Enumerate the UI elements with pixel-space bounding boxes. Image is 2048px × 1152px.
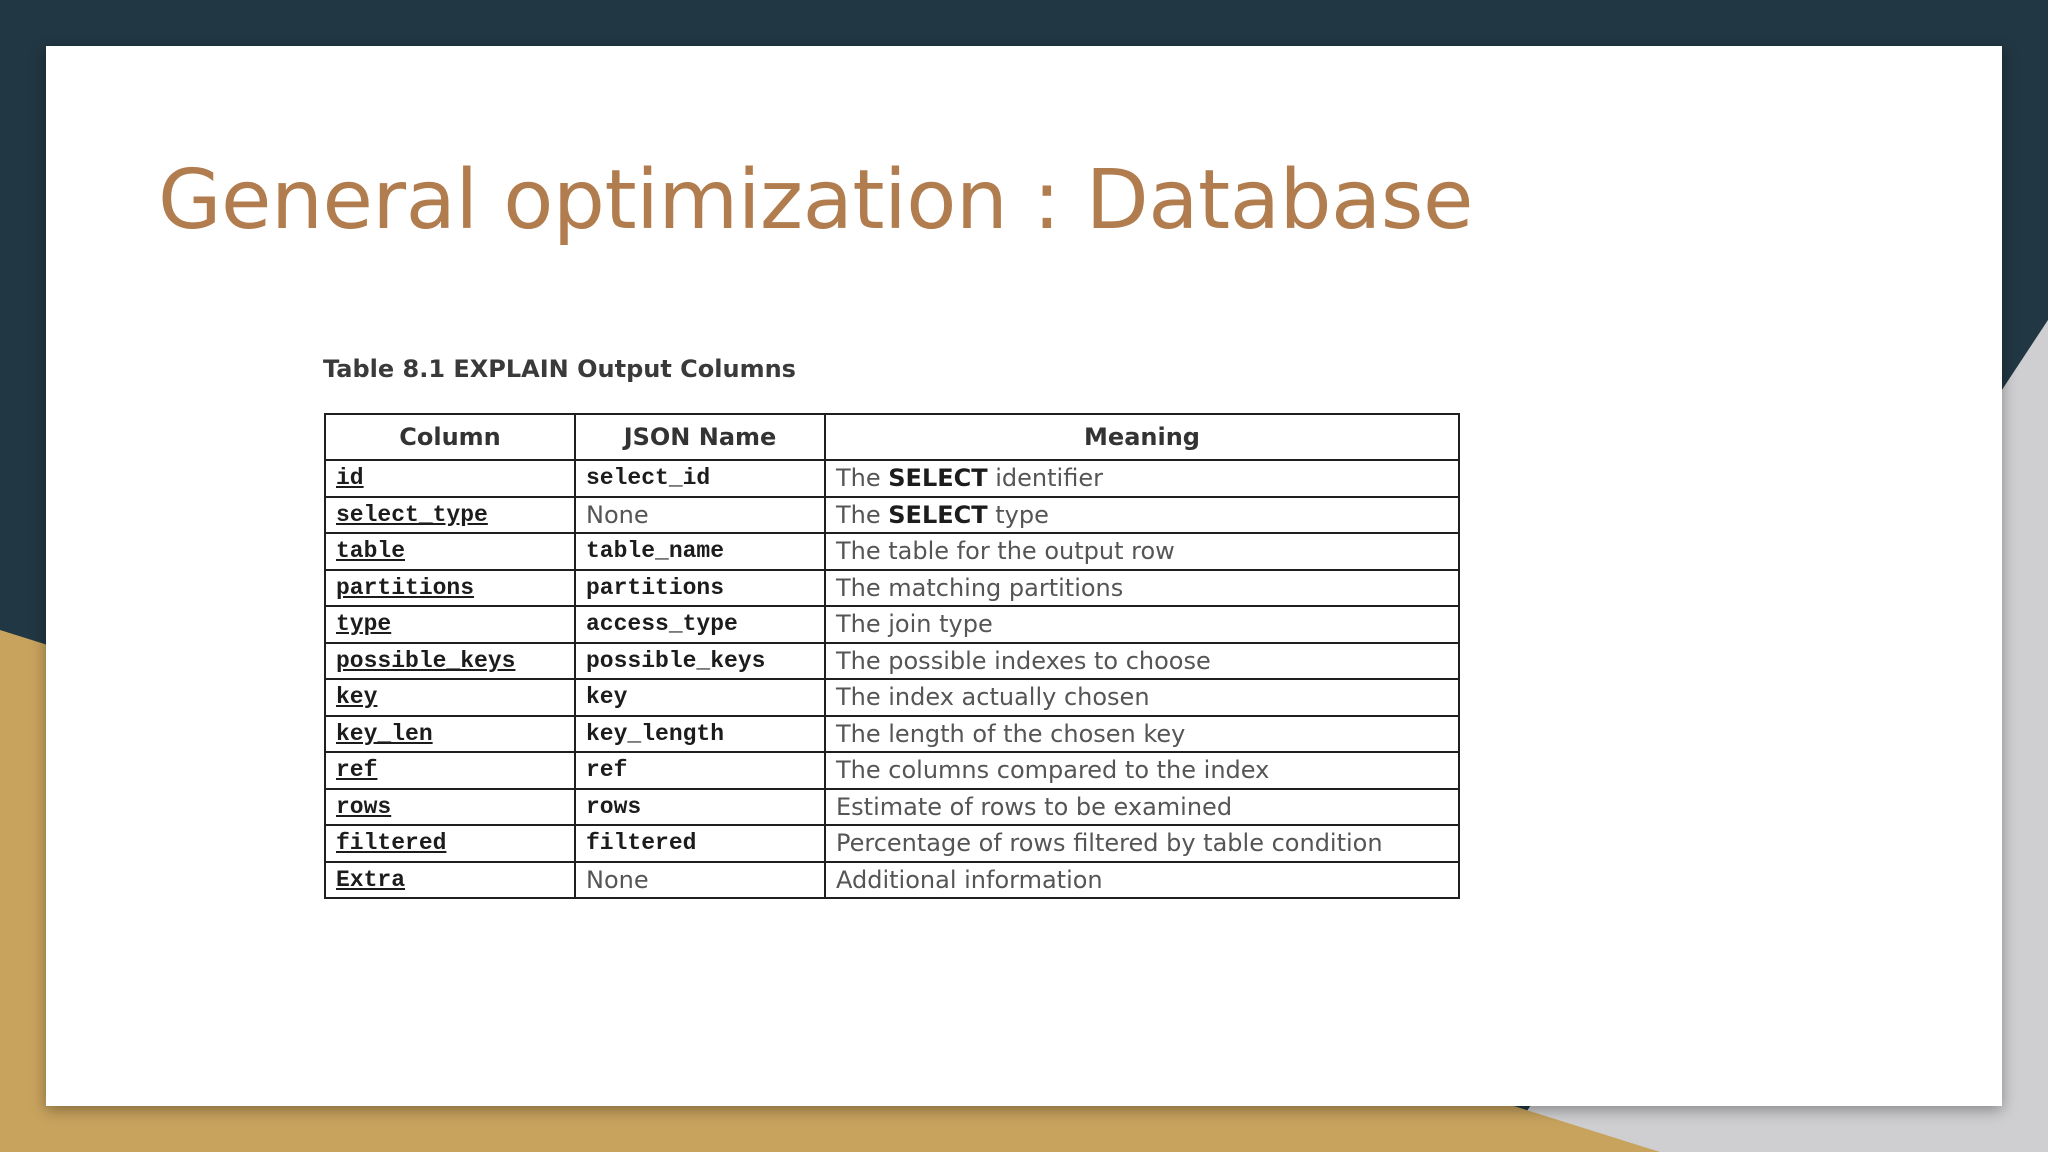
column-cell: possible_keys bbox=[324, 641, 576, 680]
column-cell: rows bbox=[324, 787, 576, 826]
table-body: id select_id The SELECT identifier select_t… bbox=[324, 459, 1460, 899]
json-name-text: filtered bbox=[586, 830, 697, 857]
table-row: partitions partitions The matching partiti… bbox=[324, 568, 1460, 607]
json-name-cell: filtered bbox=[574, 824, 826, 863]
column-doc-link[interactable]: table bbox=[336, 538, 405, 564]
json-name-cell: key_length bbox=[574, 714, 826, 753]
json-name-text: key_length bbox=[586, 720, 725, 747]
column-cell: ref bbox=[324, 751, 576, 790]
table-row: ref ref The columns compared to the index bbox=[324, 751, 1460, 790]
table-row: key key The index actually chosen bbox=[324, 678, 1460, 717]
slide-title: General optimization : Database bbox=[158, 153, 1473, 248]
column-cell: partitions bbox=[324, 568, 576, 607]
meaning-text: The index actually chosen bbox=[836, 683, 1150, 712]
table-row: type access_type The join type bbox=[324, 605, 1460, 644]
column-header-meaning: Meaning bbox=[824, 413, 1460, 461]
json-name-text: None bbox=[586, 500, 649, 529]
meaning-cell: The index actually chosen bbox=[824, 678, 1460, 717]
meaning-cell: The SELECT type bbox=[824, 495, 1460, 534]
column-doc-link[interactable]: key bbox=[336, 684, 377, 710]
meaning-text: The length of the chosen key bbox=[836, 719, 1186, 748]
column-doc-link[interactable]: select_type bbox=[336, 502, 488, 528]
json-name-cell: table_name bbox=[574, 532, 826, 571]
json-name-cell: key bbox=[574, 678, 826, 717]
meaning-text-suffix: type bbox=[987, 500, 1049, 529]
meaning-text: The possible indexes to choose bbox=[836, 646, 1211, 675]
table-row: key_len key_length The length of the chose… bbox=[324, 714, 1460, 753]
table-row: select_type None The SELECT type bbox=[324, 495, 1460, 534]
meaning-cell: The length of the chosen key bbox=[824, 714, 1460, 753]
meaning-text: The table for the output row bbox=[836, 537, 1175, 566]
column-cell: filtered bbox=[324, 824, 576, 863]
json-name-text: ref bbox=[586, 757, 628, 784]
json-name-cell: ref bbox=[574, 751, 826, 790]
column-header-column: Column bbox=[324, 413, 576, 461]
json-name-text: rows bbox=[586, 793, 642, 820]
meaning-text: The bbox=[836, 464, 889, 493]
meaning-cell: Additional information bbox=[824, 860, 1460, 899]
meaning-cell: The columns compared to the index bbox=[824, 751, 1460, 790]
json-name-text: key bbox=[586, 684, 628, 711]
json-name-cell: rows bbox=[574, 787, 826, 826]
column-doc-link[interactable]: filtered bbox=[336, 830, 446, 856]
meaning-cell: The table for the output row bbox=[824, 532, 1460, 571]
json-name-text: select_id bbox=[586, 465, 711, 492]
meaning-text: The bbox=[836, 500, 889, 529]
column-doc-link[interactable]: type bbox=[336, 611, 391, 637]
json-name-text: access_type bbox=[586, 611, 738, 638]
column-doc-link[interactable]: key_len bbox=[336, 721, 433, 747]
json-name-text: partitions bbox=[586, 574, 725, 601]
table-row: id select_id The SELECT identifier bbox=[324, 459, 1460, 498]
meaning-cell: The possible indexes to choose bbox=[824, 641, 1460, 680]
meaning-text: Estimate of rows to be examined bbox=[836, 792, 1233, 821]
column-header-json-name: JSON Name bbox=[574, 413, 826, 461]
meaning-text: Additional information bbox=[836, 865, 1103, 894]
table-row: filtered filtered Percentage of rows filte… bbox=[324, 824, 1460, 863]
json-name-cell: possible_keys bbox=[574, 641, 826, 680]
column-cell: Extra bbox=[324, 860, 576, 899]
column-cell: type bbox=[324, 605, 576, 644]
meaning-cell: The matching partitions bbox=[824, 568, 1460, 607]
json-name-cell: None bbox=[574, 495, 826, 534]
json-name-cell: access_type bbox=[574, 605, 826, 644]
table-row: Extra None Additional information bbox=[324, 860, 1460, 899]
json-name-text: None bbox=[586, 865, 649, 894]
meaning-cell: Estimate of rows to be examined bbox=[824, 787, 1460, 826]
json-name-text: table_name bbox=[586, 538, 725, 565]
column-cell: table bbox=[324, 532, 576, 571]
table-caption: Table 8.1 EXPLAIN Output Columns bbox=[323, 355, 796, 383]
meaning-keyword: SELECT bbox=[888, 464, 988, 493]
column-doc-link[interactable]: possible_keys bbox=[336, 648, 515, 674]
json-name-cell: partitions bbox=[574, 568, 826, 607]
table-header-row: Column JSON Name Meaning bbox=[324, 413, 1460, 461]
json-name-cell: select_id bbox=[574, 459, 826, 498]
table-row: possible_keys possible_keys The possible i… bbox=[324, 641, 1460, 680]
json-name-text: possible_keys bbox=[586, 647, 766, 674]
explain-columns-table: Column JSON Name Meaning id select_id The … bbox=[324, 413, 1460, 899]
column-doc-link[interactable]: id bbox=[336, 465, 364, 491]
column-doc-link[interactable]: Extra bbox=[336, 867, 405, 893]
column-cell: key bbox=[324, 678, 576, 717]
meaning-text: The matching partitions bbox=[836, 573, 1124, 602]
column-doc-link[interactable]: partitions bbox=[336, 575, 474, 601]
meaning-cell: The join type bbox=[824, 605, 1460, 644]
meaning-text-suffix: identifier bbox=[987, 464, 1103, 493]
column-cell: select_type bbox=[324, 495, 576, 534]
meaning-text: The columns compared to the index bbox=[836, 756, 1270, 785]
meaning-cell: The SELECT identifier bbox=[824, 459, 1460, 498]
table-row: table table_name The table for the output … bbox=[324, 532, 1460, 571]
column-doc-link[interactable]: ref bbox=[336, 757, 377, 783]
json-name-cell: None bbox=[574, 860, 826, 899]
meaning-keyword: SELECT bbox=[888, 500, 988, 529]
column-cell: key_len bbox=[324, 714, 576, 753]
column-doc-link[interactable]: rows bbox=[336, 794, 391, 820]
meaning-cell: Percentage of rows filtered by table con… bbox=[824, 824, 1460, 863]
table-row: rows rows Estimate of rows to be examined bbox=[324, 787, 1460, 826]
meaning-text: The join type bbox=[836, 610, 993, 639]
column-cell: id bbox=[324, 459, 576, 498]
meaning-text: Percentage of rows filtered by table con… bbox=[836, 829, 1383, 858]
